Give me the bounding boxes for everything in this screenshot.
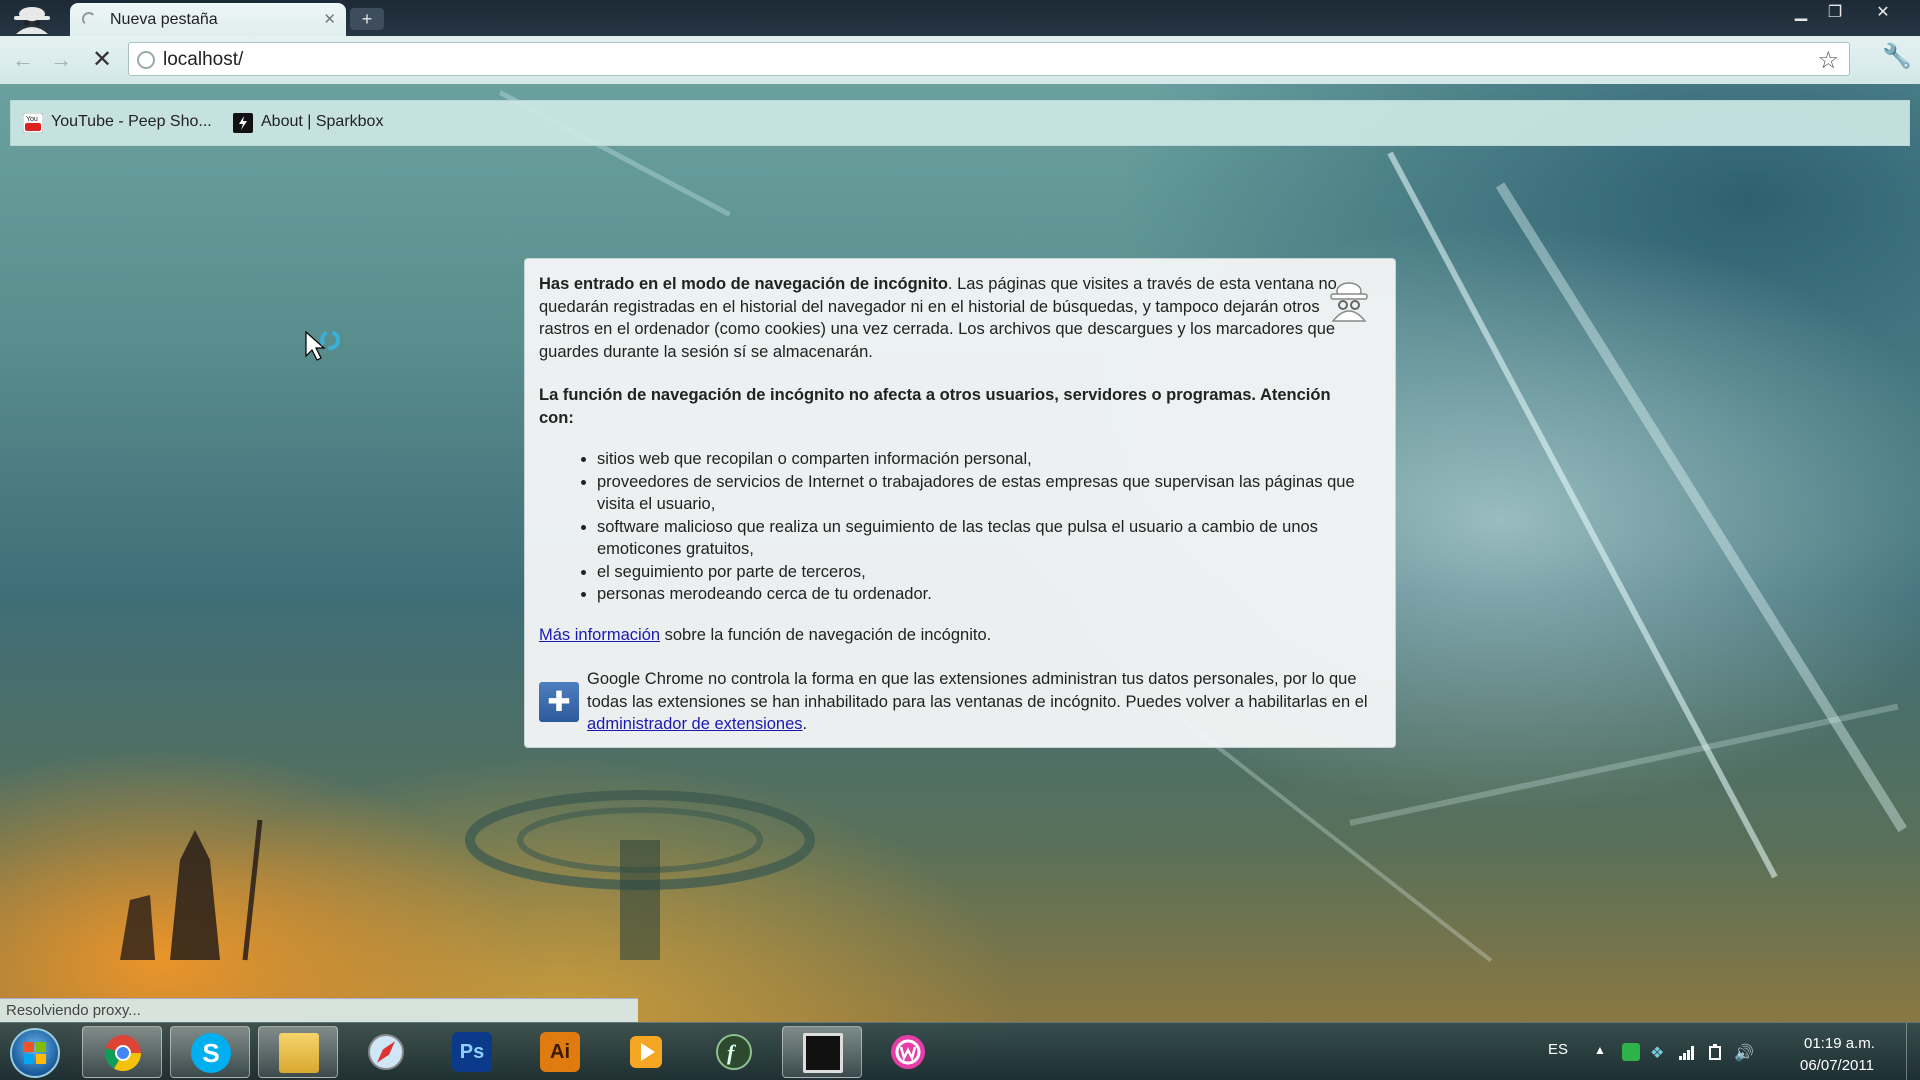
incognito-logo-icon [14, 7, 50, 34]
taskbar: S Ps Ai f ES ▲ ❖ 🔊 01:19 a.m. 06/07/2011 [0, 1022, 1920, 1080]
url-text[interactable]: localhost/ [163, 49, 243, 71]
wallpaper-creatures [120, 819, 263, 961]
list-item: sitios web que recopilan o comparten inf… [597, 448, 1371, 471]
extensions-paragraph: Google Chrome no controla la forma en qu… [587, 670, 1368, 733]
browser-toolbar: ← → ✕ localhost/ ☆ 🔧 [0, 36, 1920, 84]
taskbar-wamp[interactable] [868, 1026, 948, 1078]
incognito-intro: Has entrado en el modo de navegación de … [539, 275, 1337, 361]
page-icon [137, 51, 155, 69]
bookmark-label: About | Sparkbox [261, 113, 384, 130]
incognito-info-box: Has entrado en el modo de navegación de … [524, 258, 1396, 748]
incognito-warning-heading: La función de navegación de incógnito no… [539, 386, 1331, 427]
network-signal-icon[interactable] [1678, 1043, 1696, 1061]
taskbar-photoshop[interactable]: Ps [432, 1026, 512, 1078]
close-window-button[interactable]: ✕ [1866, 2, 1900, 24]
incognito-warning-list: sitios web que recopilan o comparten inf… [581, 448, 1371, 606]
more-info-paragraph: Más información sobre la función de nave… [539, 626, 992, 644]
list-item: proveedores de servicios de Internet o t… [597, 471, 1371, 516]
list-item: software malicioso que realiza un seguim… [597, 516, 1371, 561]
volume-icon[interactable]: 🔊 [1734, 1043, 1754, 1062]
bookmark-star-icon[interactable]: ☆ [1817, 46, 1839, 75]
bookmarks-bar: You YouTube - Peep Sho... About | Sparkb… [10, 100, 1910, 146]
language-indicator[interactable]: ES [1548, 1041, 1568, 1058]
tab-nueva-pestana[interactable]: Nueva pestaña ✕ [70, 3, 346, 36]
illustrator-icon: Ai [540, 1032, 580, 1072]
forward-button[interactable]: → [50, 47, 72, 73]
busy-cursor-icon [305, 330, 340, 361]
browser-titlebar: Nueva pestaña ✕ + ▁ ❐ ✕ [0, 0, 1920, 36]
taskbar-media-player[interactable] [606, 1026, 686, 1078]
close-tab-icon[interactable]: ✕ [323, 10, 336, 28]
taskbar-safari[interactable] [346, 1026, 426, 1078]
show-hidden-icons-icon[interactable]: ▲ [1594, 1043, 1612, 1061]
extensions-manager-link[interactable]: administrador de extensiones [587, 715, 803, 733]
sparkbox-icon [233, 113, 253, 133]
taskbar-skype[interactable]: S [170, 1026, 250, 1078]
loading-spinner-icon [82, 12, 96, 26]
taskbar-app-square[interactable] [782, 1026, 862, 1078]
taskbar-illustrator[interactable]: Ai [520, 1026, 600, 1078]
media-player-icon [630, 1036, 662, 1068]
list-item: personas merodeando cerca de tu ordenado… [597, 583, 1371, 606]
more-info-link[interactable]: Más información [539, 626, 660, 644]
clock-date[interactable]: 06/07/2011 [1800, 1057, 1874, 1074]
clock-time[interactable]: 01:19 a.m. [1804, 1035, 1875, 1052]
safari-icon [368, 1034, 404, 1070]
power-icon[interactable] [1706, 1043, 1724, 1061]
dropbox-icon[interactable]: ❖ [1650, 1043, 1668, 1062]
stop-button[interactable]: ✕ [92, 45, 112, 74]
skype-icon: S [191, 1033, 231, 1073]
svg-text:You: You [26, 116, 38, 123]
extension-puzzle-icon: ✚ [539, 682, 579, 722]
new-tab-button[interactable]: + [350, 8, 384, 30]
wrench-menu-icon[interactable]: 🔧 [1882, 42, 1912, 71]
taskbar-chrome[interactable] [82, 1026, 162, 1078]
taskbar-app-f[interactable]: f [694, 1026, 774, 1078]
youtube-icon: You [23, 113, 43, 133]
system-tray: ES ▲ ❖ 🔊 01:19 a.m. 06/07/2011 [1540, 1023, 1920, 1080]
wallpaper-streak [1349, 703, 1899, 826]
list-item: el seguimiento por parte de terceros, [597, 561, 1371, 584]
wallpaper-ship [465, 790, 815, 960]
show-desktop-button[interactable] [1906, 1023, 1920, 1080]
windows-logo-icon [24, 1042, 46, 1064]
start-button[interactable] [10, 1028, 60, 1078]
address-bar[interactable]: localhost/ ☆ [128, 42, 1850, 76]
back-button[interactable]: ← [12, 47, 34, 73]
taskbar-explorer[interactable] [258, 1026, 338, 1078]
folder-icon [279, 1033, 319, 1073]
square-app-icon [803, 1033, 843, 1073]
tab-title: Nueva pestaña [110, 11, 218, 28]
tray-app-green-icon[interactable] [1622, 1043, 1640, 1061]
app-f-icon: f [716, 1034, 752, 1070]
bookmark-label: YouTube - Peep Sho... [51, 113, 212, 130]
minimize-button[interactable]: ▁ [1784, 2, 1818, 24]
chrome-icon [104, 1035, 141, 1072]
restore-button[interactable]: ❐ [1818, 2, 1852, 24]
photoshop-icon: Ps [452, 1032, 492, 1072]
status-bubble: Resolviendo proxy... [0, 998, 638, 1022]
wamp-icon [891, 1035, 925, 1069]
